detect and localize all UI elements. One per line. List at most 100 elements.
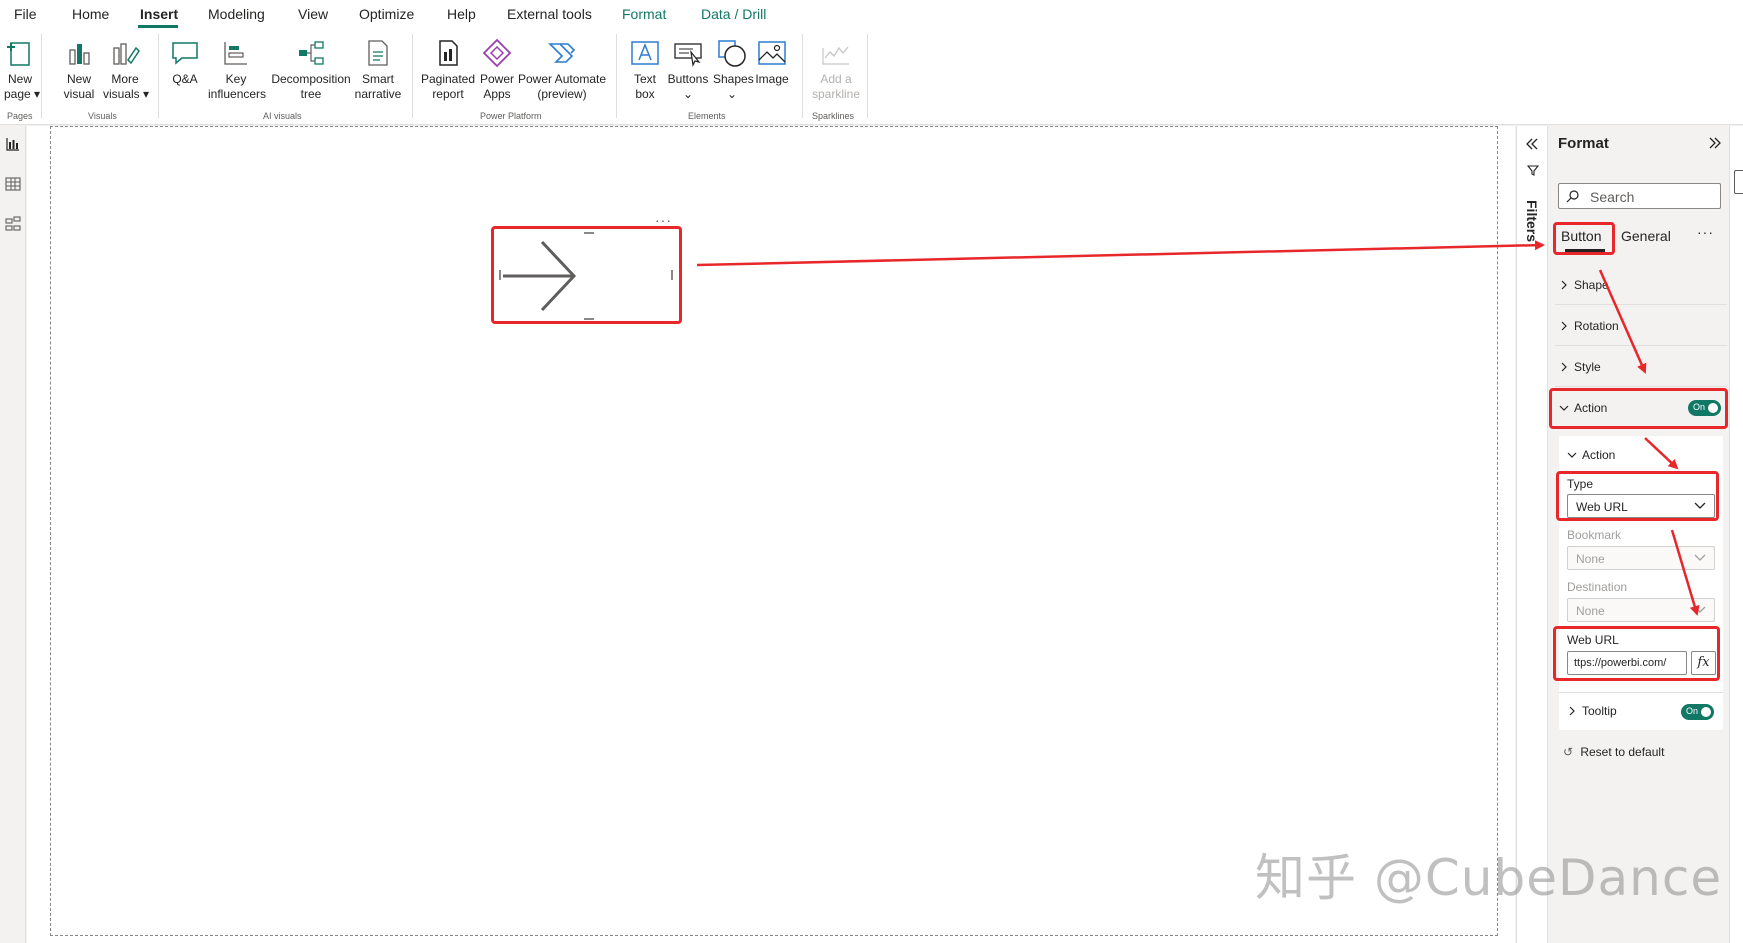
data-pane-tab[interactable] (1734, 170, 1743, 194)
power-automate-label-1: Power Automate (518, 72, 607, 86)
tooltip-section-label[interactable]: Tooltip (1582, 704, 1617, 718)
paginated-report-icon (439, 40, 458, 66)
annotation-box-button-tab (1553, 222, 1615, 255)
new-page-label-1: New (7, 72, 32, 86)
group-divider (158, 34, 159, 118)
new-page-button[interactable]: New page ▾ (4, 38, 40, 102)
group-divider (412, 34, 413, 118)
group-label-elements: Elements (688, 111, 726, 121)
view-rail (0, 126, 26, 943)
report-view-icon[interactable] (5, 136, 21, 152)
pane-more-options[interactable]: ··· (1697, 224, 1714, 240)
search-icon (1566, 190, 1579, 203)
more-visuals-button[interactable]: More visuals ▾ (103, 38, 149, 102)
bookmark-label: Bookmark (1567, 528, 1622, 542)
chevron-down-icon (1567, 452, 1577, 458)
qa-chat-icon (172, 42, 198, 65)
menu-optimize[interactable]: Optimize (359, 6, 414, 22)
power-automate-icon (548, 43, 576, 63)
annotation-box-button-visual (491, 226, 682, 324)
smart-narrative-button[interactable]: Smart narrative (354, 38, 402, 102)
table-view-icon[interactable] (5, 176, 21, 192)
power-automate-button[interactable]: Power Automate (preview) (518, 38, 606, 102)
menu-file[interactable]: File (14, 6, 37, 22)
toggle-knob (1701, 707, 1711, 717)
paginated-report-button[interactable]: Paginated report (420, 38, 476, 102)
divider (1559, 692, 1723, 693)
menu-view[interactable]: View (298, 6, 328, 22)
menu-modeling[interactable]: Modeling (208, 6, 265, 22)
tab-general[interactable]: General (1621, 228, 1671, 244)
chevron-right-icon (1561, 362, 1567, 372)
menu-data-drill[interactable]: Data / Drill (701, 6, 766, 22)
shapes-label-1: Shapes (713, 72, 754, 86)
paginated-report-label-2: report (432, 87, 464, 101)
chevron-right-icon (1561, 280, 1567, 290)
group-label-power-platform: Power Platform (480, 111, 542, 121)
image-icon (758, 41, 786, 65)
smart-narrative-icon (368, 40, 388, 66)
bookmark-dropdown[interactable]: None (1567, 546, 1715, 570)
data-pane-edge[interactable] (1729, 126, 1743, 943)
group-divider (41, 34, 42, 118)
buttons-icon (674, 43, 702, 67)
qa-label: Q&A (172, 72, 198, 86)
menu-insert[interactable]: Insert (140, 6, 178, 22)
model-view-icon[interactable] (5, 216, 21, 232)
sparkline-icon (822, 46, 849, 65)
bookmark-value: None (1576, 552, 1605, 566)
action-card-header[interactable]: Action (1582, 448, 1615, 462)
text-box-button[interactable]: Text box (628, 38, 662, 102)
chevron-down-icon (1694, 606, 1706, 613)
new-page-icon (7, 42, 30, 66)
more-visuals-icon (113, 43, 140, 65)
decomposition-tree-button[interactable]: Decomposition tree (271, 38, 351, 102)
buttons-label-2: ⌄ (682, 87, 694, 101)
shapes-button[interactable]: Shapes ⌄ (713, 38, 754, 102)
key-influencers-label-2: influencers (208, 87, 267, 101)
new-visual-button[interactable]: New visual (62, 38, 96, 102)
more-visuals-label-1: More (111, 72, 139, 86)
text-box-icon (631, 41, 659, 65)
menu-help[interactable]: Help (447, 6, 476, 22)
add-sparkline-label-2: sparkline (811, 87, 861, 101)
smart-narrative-label-1: Smart (361, 72, 394, 86)
group-label-pages: Pages (7, 111, 33, 121)
buttons-button[interactable]: Buttons ⌄ (666, 38, 710, 102)
power-automate-label-2: (preview) (537, 87, 587, 101)
bar-chart-icon (69, 44, 90, 65)
section-rotation-label: Rotation (1574, 319, 1619, 333)
menu-format[interactable]: Format (622, 6, 666, 22)
menu-bar: File Home Insert Modeling View Optimize … (0, 0, 1743, 28)
qa-button[interactable]: Q&A (170, 38, 200, 87)
add-sparkline-button[interactable]: Add a sparkline (810, 38, 862, 102)
shapes-icon (718, 40, 746, 67)
format-search-input[interactable] (1558, 183, 1721, 209)
tooltip-toggle[interactable]: On (1681, 704, 1714, 720)
destination-dropdown[interactable]: None (1567, 598, 1715, 622)
annotation-box-type (1556, 471, 1719, 521)
group-label-visuals: Visuals (88, 111, 117, 121)
text-box-label-1: Text (633, 72, 656, 86)
menu-home[interactable]: Home (72, 6, 109, 22)
new-visual-label-2: visual (63, 87, 95, 101)
chevron-right-icon (1561, 321, 1567, 331)
menu-external-tools[interactable]: External tools (507, 6, 592, 22)
decomposition-tree-label-1: Decomposition (271, 72, 351, 86)
power-apps-icon (482, 38, 512, 68)
group-label-sparklines: Sparklines (812, 111, 855, 121)
new-visual-label-1: New (66, 72, 91, 86)
key-influencers-button[interactable]: Key influencers (208, 38, 267, 102)
section-shape-label: Shape (1574, 278, 1609, 292)
reset-to-default[interactable]: ↺ Reset to default (1563, 745, 1664, 759)
collapse-right-icon[interactable] (1707, 135, 1723, 151)
filters-label[interactable]: Filters (1524, 200, 1540, 242)
image-button[interactable]: Image (754, 38, 790, 87)
filters-rail[interactable] (1516, 126, 1548, 943)
new-page-label-2: page ▾ (4, 87, 41, 101)
collapse-left-icon[interactable] (1524, 136, 1540, 152)
power-apps-button[interactable]: Power Apps (479, 38, 515, 102)
key-influencers-icon (224, 42, 247, 65)
smart-narrative-label-2: narrative (354, 87, 402, 101)
annotation-box-web-url (1553, 626, 1720, 681)
